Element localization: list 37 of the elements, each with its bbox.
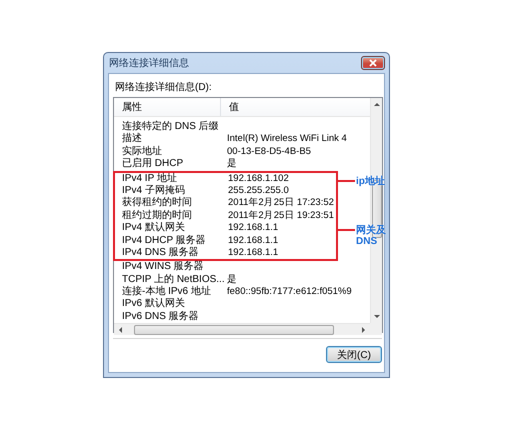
property-cell-text: 连接特定的 DNS 后缀 [121, 121, 220, 132]
value-cell-text: 00-13-E8-D5-4B-B5 [226, 146, 311, 158]
property-cell-text: IPv4 IP 地址 [121, 172, 178, 185]
column-header[interactable]: 属性 [114, 98, 221, 116]
value-cell-text: 192.168.1.1 [227, 222, 278, 235]
value-cell-text: 255.255.255.0 [227, 184, 289, 198]
property-cell-text: IPv4 子网掩码 [121, 184, 186, 196]
close-icon [369, 59, 377, 67]
property-cell-text: 租约过期的时间 [121, 210, 193, 222]
property-cell-text: 已启用 DHCP [121, 158, 184, 171]
close-button[interactable] [361, 56, 385, 70]
callout-label: 网关及DNS [356, 225, 387, 248]
value-cell-text: 192.168.1.1 [227, 246, 278, 260]
property-cell-text: 连接-本地 IPv6 地址 [121, 286, 212, 298]
property-cell-text: IPv4 DHCP 服务器 [121, 234, 207, 247]
value-cell-text: Intel(R) Wireless WiFi Link 4 [226, 133, 347, 146]
property-cell-text: 获得租约的时间 [121, 197, 193, 210]
property-cell-text: IPv4 DNS 服务器 [121, 246, 200, 260]
property-cell-text: IPv6 DNS 服务器 [121, 310, 200, 324]
value-cell-text: fe80::95fb:7177:e612:f051%9 [226, 286, 352, 298]
window-title: 网络连接详细信息 [109, 56, 190, 70]
callout-label: ip地址 [356, 176, 386, 187]
property-cell-text: 实际地址 [121, 146, 163, 158]
horizontal-scrollbar[interactable] [114, 323, 370, 336]
value-cell-text: 2011年2月25日 19:23:51 [227, 210, 334, 222]
column-header[interactable]: 值 [221, 98, 239, 116]
value-cell-text: 2011年2月25日 17:23:52 [227, 197, 334, 210]
property-cell-text: IPv6 默认网关 [121, 298, 186, 311]
value-cell-text: 192.168.1.1 [227, 234, 278, 247]
value-cell-text: 是 [226, 158, 237, 171]
property-cell-text: 描述 [121, 133, 143, 146]
scroll-thumb[interactable] [134, 324, 334, 335]
property-cell-text: IPv4 默认网关 [121, 222, 186, 235]
property-cell-text: IPv4 WINS 服务器 [121, 261, 205, 274]
list-label: 网络连接详细信息(D): [115, 82, 213, 94]
value-cell-text: 192.168.1.102 [227, 172, 289, 185]
close-dialog-button[interactable]: 关闭(C) [326, 346, 382, 363]
